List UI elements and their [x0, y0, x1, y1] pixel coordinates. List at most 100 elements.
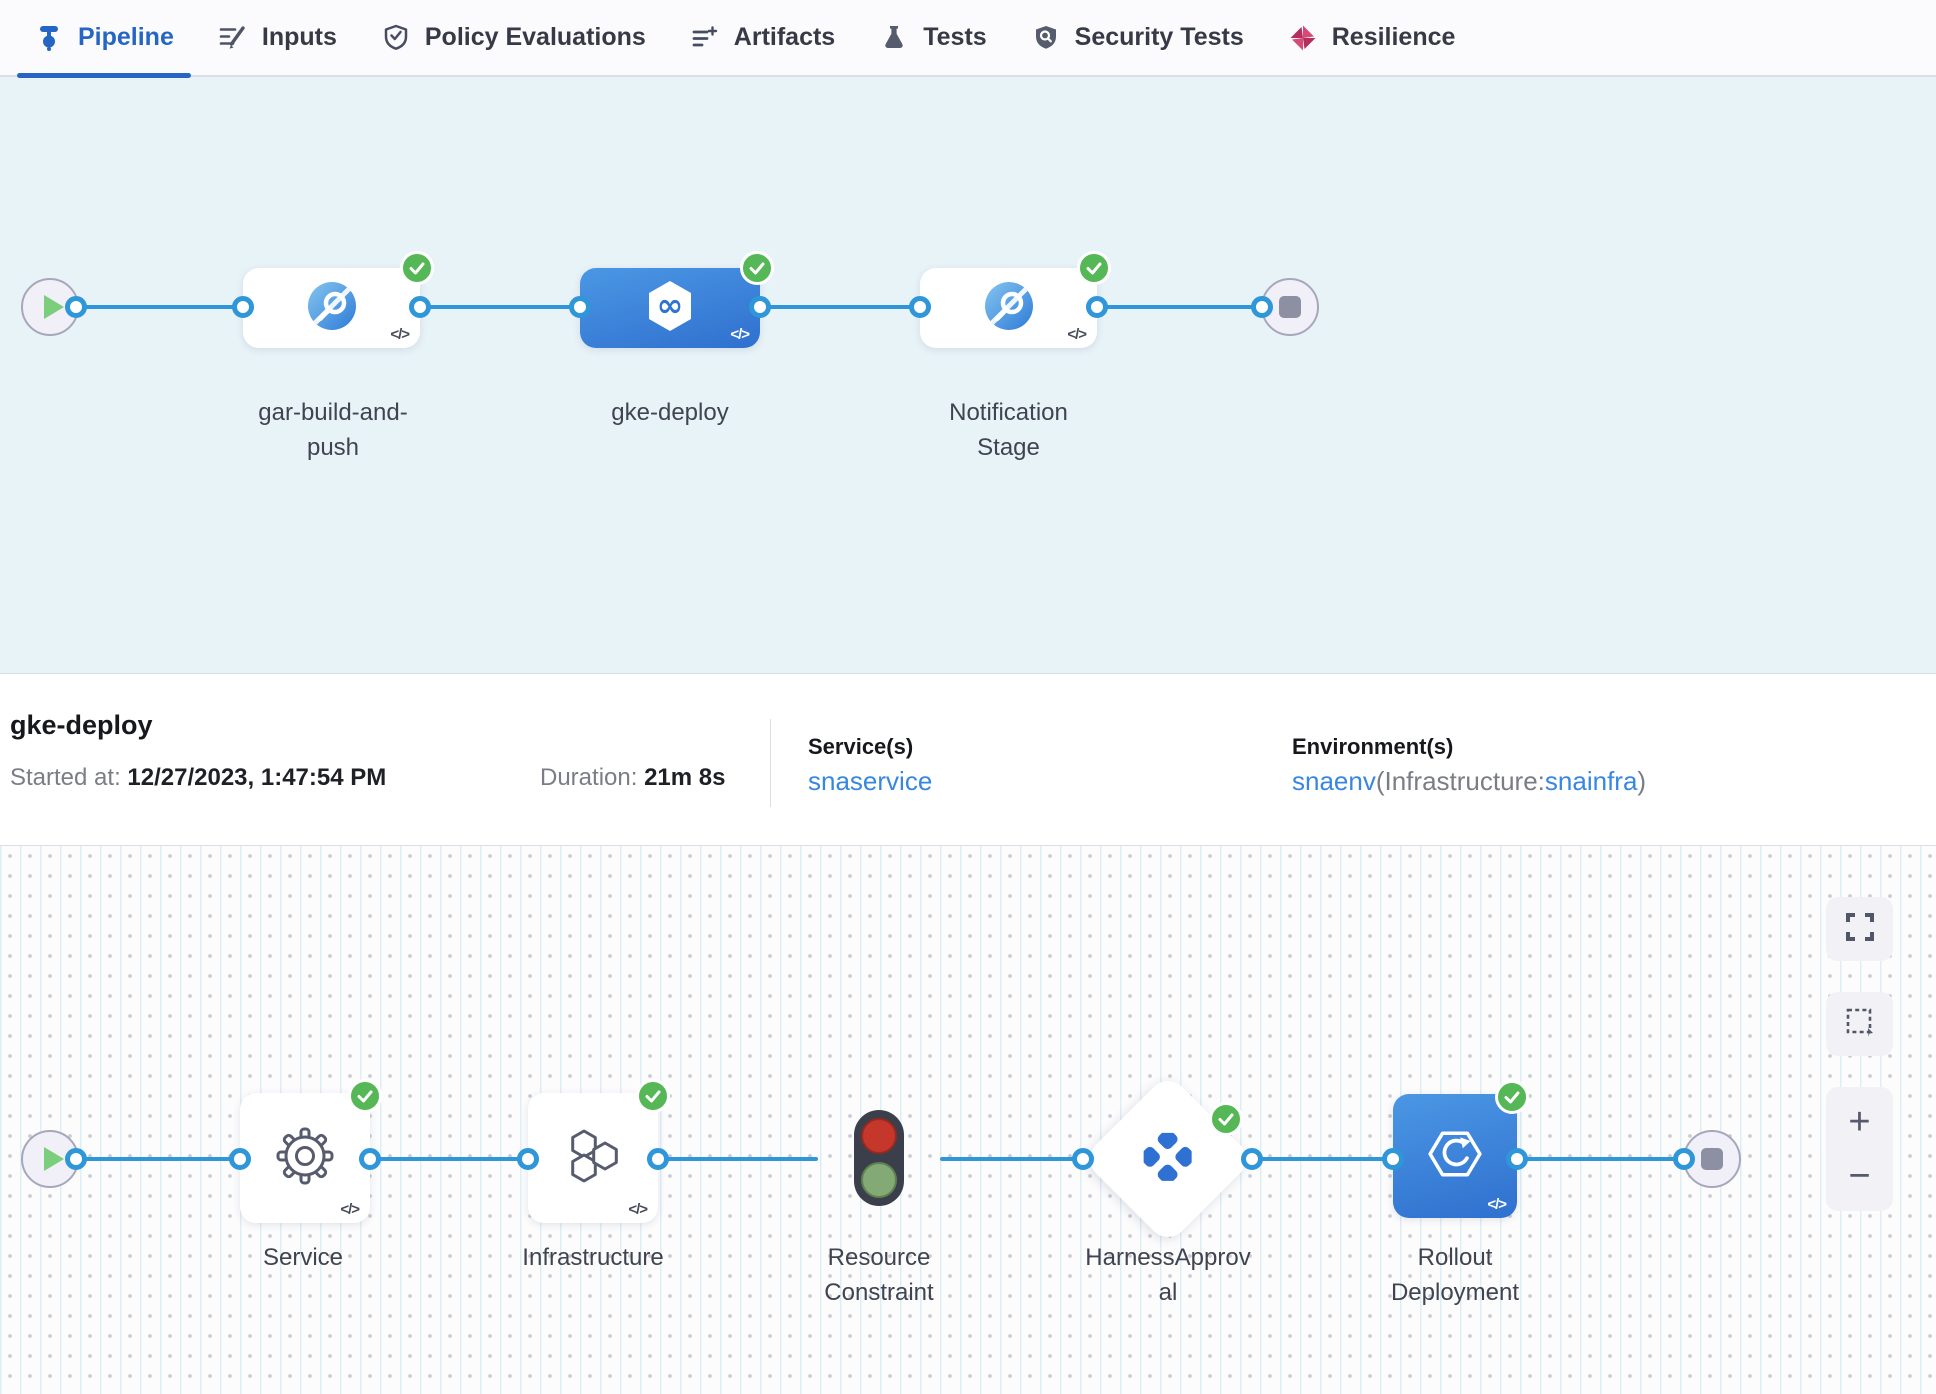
step-card-harness-approval[interactable] [1082, 1073, 1255, 1246]
stage-custom-icon [983, 280, 1035, 337]
stop-icon [1279, 296, 1301, 318]
edge-port [232, 296, 254, 318]
success-check-icon [740, 251, 774, 285]
success-check-icon [636, 1079, 670, 1113]
zoom-out-icon[interactable]: − [1848, 1157, 1870, 1195]
stage-edge [1097, 305, 1262, 309]
step-label: Resource Constraint [789, 1240, 969, 1310]
stage-card-gar-build-and-push[interactable]: </> [243, 268, 420, 348]
edge-port [749, 296, 771, 318]
edge-port [409, 296, 431, 318]
code-icon: </> [1067, 326, 1086, 343]
edge-port [65, 296, 87, 318]
tab-security-tests[interactable]: Security Tests [1009, 0, 1266, 76]
svg-text:∞: ∞ [657, 286, 684, 324]
tab-resilience[interactable]: Resilience [1266, 0, 1478, 76]
stop-icon [1701, 1148, 1723, 1170]
edge-port [359, 1148, 381, 1170]
stage-edge [76, 305, 243, 309]
zoom-in-icon[interactable]: + [1848, 1103, 1870, 1141]
edge-port [229, 1148, 251, 1170]
marquee-select-icon [1844, 1006, 1876, 1043]
tab-resilience-label: Resilience [1332, 23, 1456, 52]
play-icon [44, 1147, 64, 1171]
services-label: Service(s) [808, 734, 913, 760]
stage-edge [420, 305, 580, 309]
green-light-icon [861, 1162, 897, 1198]
edge-port [1673, 1148, 1695, 1170]
tab-pipeline[interactable]: Pipeline [12, 0, 196, 76]
environments-label: Environment(s) [1292, 734, 1453, 760]
started-at-value: 12/27/2023, 1:47:54 PM [127, 764, 386, 791]
tab-policy-evaluations[interactable]: Policy Evaluations [359, 0, 668, 76]
code-icon: </> [1487, 1196, 1506, 1213]
environment-link[interactable]: snaenv [1292, 766, 1376, 796]
environment-infra-prefix: (Infrastructure: [1376, 766, 1545, 796]
step-edge [1517, 1157, 1684, 1161]
stage-card-notification-stage[interactable]: </> [920, 268, 1097, 348]
step-label: Rollout Deployment [1365, 1240, 1545, 1310]
edge-port [1506, 1148, 1528, 1170]
duration: Duration: 21m 8s [540, 764, 725, 792]
security-tests-icon [1031, 23, 1061, 53]
tab-artifacts[interactable]: Artifacts [668, 0, 857, 76]
execution-tab-bar: Pipeline Inputs Policy Evaluations [0, 0, 1936, 77]
edge-port [1382, 1148, 1404, 1170]
edge-port [909, 296, 931, 318]
rollout-icon [1427, 1126, 1483, 1187]
tab-tests[interactable]: Tests [857, 0, 1008, 76]
code-icon: </> [628, 1201, 647, 1218]
approval-icon [1144, 1133, 1192, 1186]
step-card-infrastructure[interactable]: </> [528, 1093, 658, 1223]
edge-port [1086, 296, 1108, 318]
infrastructure-link[interactable]: snainfra [1545, 766, 1638, 796]
edge-port [1251, 296, 1273, 318]
environment-value: snaenv(Infrastructure:snainfra) [1292, 766, 1646, 797]
started-at: Started at: 12/27/2023, 1:47:54 PM [10, 764, 386, 792]
stage-label: Notification Stage [918, 395, 1099, 465]
environment-suffix: ) [1637, 766, 1646, 796]
step-label: HarnessApproval [1082, 1240, 1254, 1310]
resilience-icon [1288, 23, 1318, 53]
fullscreen-icon [1844, 911, 1876, 948]
deploy-infinity-icon: ∞ [642, 278, 698, 339]
edge-port [65, 1148, 87, 1170]
stage-details-title: gke-deploy [10, 710, 153, 741]
step-edge [1252, 1157, 1393, 1161]
red-light-icon [861, 1118, 897, 1154]
stage-label: gke-deploy [578, 395, 762, 430]
fullscreen-button[interactable] [1826, 897, 1893, 961]
tab-tests-label: Tests [923, 23, 986, 52]
tab-security-tests-label: Security Tests [1075, 23, 1244, 52]
stage-edge [760, 305, 920, 309]
edge-port [1072, 1148, 1094, 1170]
step-graph-canvas: </> </> [0, 846, 1936, 1394]
zoom-control-panel: + − [1826, 1087, 1893, 1211]
edge-port [569, 296, 591, 318]
duration-value: 21m 8s [644, 764, 725, 791]
edge-port [517, 1148, 539, 1170]
tab-inputs-label: Inputs [262, 23, 337, 52]
step-edge [370, 1157, 528, 1161]
details-divider [770, 719, 771, 807]
stage-details-bar: gke-deploy Started at: 12/27/2023, 1:47:… [0, 673, 1936, 846]
tests-icon [879, 23, 909, 53]
stage-graph-canvas: </> ∞ </> [0, 77, 1936, 673]
step-card-rollout-deployment[interactable]: </> [1393, 1094, 1517, 1218]
gear-icon [271, 1122, 339, 1195]
duration-label: Duration: [540, 764, 637, 791]
success-check-icon [348, 1079, 382, 1113]
hexagons-icon [560, 1123, 626, 1194]
stage-card-gke-deploy[interactable]: ∞ </> [580, 268, 760, 348]
service-link[interactable]: snaservice [808, 766, 932, 796]
tab-inputs[interactable]: Inputs [196, 0, 359, 76]
step-resource-constraint traffic-light-icon[interactable] [854, 1110, 904, 1206]
tab-artifacts-label: Artifacts [734, 23, 835, 52]
policy-evaluations-icon [381, 23, 411, 53]
step-edge [940, 1157, 1083, 1161]
step-card-service[interactable]: </> [240, 1093, 370, 1223]
code-icon: </> [340, 1201, 359, 1218]
pipeline-icon [34, 23, 64, 53]
step-edge [658, 1157, 818, 1161]
marquee-select-button[interactable] [1826, 992, 1893, 1056]
